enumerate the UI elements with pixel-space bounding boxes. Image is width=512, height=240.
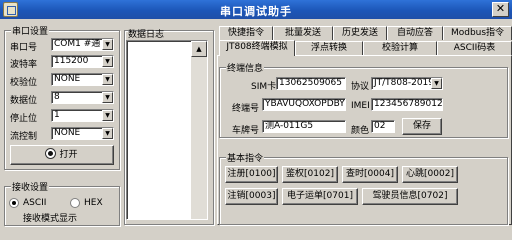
flow-control-value: NONE bbox=[54, 128, 81, 138]
close-button[interactable]: ✕ bbox=[492, 2, 509, 17]
sim-input[interactable]: 13062509065 bbox=[276, 77, 346, 90]
color-input[interactable]: 02 bbox=[371, 120, 395, 133]
tab-batch-send[interactable]: 批量发送 bbox=[273, 26, 333, 40]
ascii-radio[interactable] bbox=[9, 198, 19, 208]
flow-control-select[interactable]: NONE ▼ bbox=[51, 127, 114, 140]
stop-bits-label: 停止位 bbox=[10, 114, 38, 124]
baud-label: 波特率 bbox=[10, 60, 38, 70]
chevron-down-icon[interactable]: ▼ bbox=[102, 39, 113, 50]
protocol-select[interactable]: JT/T808-2019 ▼ bbox=[371, 77, 443, 90]
color-label: 颜色 bbox=[351, 126, 370, 136]
data-bits-value: 8 bbox=[54, 92, 60, 102]
data-log-area[interactable]: ▲ bbox=[126, 40, 208, 220]
driver-info-button[interactable]: 驾驶员信息[0702] bbox=[362, 188, 458, 205]
title-bar: 串口调试助手 ✕ bbox=[0, 0, 512, 19]
window-title: 串口调试助手 bbox=[220, 5, 292, 18]
unregister-button[interactable]: 注销[0003] bbox=[225, 188, 278, 205]
port-label: 串口号 bbox=[10, 43, 38, 53]
stop-bits-select[interactable]: 1 ▼ bbox=[51, 109, 114, 122]
chevron-down-icon[interactable]: ▼ bbox=[102, 74, 113, 85]
open-port-label: 打开 bbox=[59, 150, 78, 160]
save-button[interactable]: 保存 bbox=[402, 118, 442, 135]
tab-jt808[interactable]: JT808终端模拟 bbox=[219, 40, 295, 56]
terminal-id-label: 终端号 bbox=[232, 104, 260, 114]
terminal-info-title: 终端信息 bbox=[226, 61, 265, 74]
baud-select[interactable]: 115200 ▼ bbox=[51, 55, 114, 68]
open-port-button[interactable]: 打开 bbox=[10, 145, 114, 165]
tab-shortcut[interactable]: 快捷指令 bbox=[219, 26, 273, 40]
tab-modbus[interactable]: Modbus指令 bbox=[443, 26, 512, 40]
parity-select[interactable]: NONE ▼ bbox=[51, 73, 114, 86]
plate-label: 车牌号 bbox=[232, 126, 260, 136]
basic-commands-title: 基本指令 bbox=[226, 151, 265, 164]
log-scrollbar[interactable] bbox=[191, 41, 207, 219]
parity-label: 校验位 bbox=[10, 78, 38, 88]
baud-value: 115200 bbox=[54, 56, 89, 66]
hex-label: HEX bbox=[84, 198, 103, 208]
data-bits-label: 数据位 bbox=[10, 96, 38, 106]
waybill-button[interactable]: 电子运单[0701] bbox=[282, 188, 358, 205]
tab-auto-reply[interactable]: 自动应答 bbox=[387, 26, 443, 40]
port-value: COM1 #通 bbox=[54, 39, 101, 49]
tab-checksum[interactable]: 校验计算 bbox=[363, 41, 437, 55]
tab-history[interactable]: 历史发送 bbox=[333, 26, 387, 40]
sim-label: SIM卡 bbox=[251, 82, 277, 92]
chevron-down-icon[interactable]: ▼ bbox=[102, 56, 113, 67]
chevron-down-icon[interactable]: ▼ bbox=[102, 128, 113, 139]
protocol-value: JT/T808-2019 bbox=[374, 78, 435, 88]
receive-settings-title: 接收设置 bbox=[11, 180, 50, 193]
parity-value: NONE bbox=[54, 74, 81, 84]
tab-ascii-table[interactable]: ASCII码表 bbox=[437, 41, 512, 55]
auth-button[interactable]: 鉴权[0102] bbox=[282, 166, 338, 183]
imei-input[interactable]: 123456789012345 bbox=[371, 98, 443, 111]
stop-bits-value: 1 bbox=[54, 110, 60, 120]
heartbeat-button[interactable]: 心跳[0002] bbox=[402, 166, 458, 183]
port-select[interactable]: COM1 #通 ▼ bbox=[51, 38, 114, 51]
terminal-id-input[interactable]: YBAVUQOXOPDBYMI bbox=[262, 98, 346, 111]
tab-float-convert[interactable]: 浮点转换 bbox=[295, 41, 363, 55]
register-button[interactable]: 注册[0100] bbox=[225, 166, 278, 183]
ascii-label: ASCII bbox=[23, 198, 47, 208]
plate-input[interactable]: 测A-011G5 bbox=[262, 120, 346, 133]
query-time-button[interactable]: 查时[0004] bbox=[342, 166, 398, 183]
chevron-down-icon[interactable]: ▼ bbox=[431, 78, 442, 89]
chevron-down-icon[interactable]: ▼ bbox=[102, 110, 113, 121]
data-bits-select[interactable]: 8 ▼ bbox=[51, 91, 114, 104]
hex-radio[interactable] bbox=[70, 198, 80, 208]
scroll-up-icon[interactable]: ▲ bbox=[191, 41, 207, 57]
imei-label: IMEI bbox=[351, 101, 370, 111]
chevron-down-icon[interactable]: ▼ bbox=[102, 92, 113, 103]
data-log-title: 数据日志 bbox=[128, 30, 165, 40]
record-icon bbox=[46, 149, 56, 158]
receive-mode-label: 接收模式显示 bbox=[23, 214, 78, 224]
flow-control-label: 流控制 bbox=[10, 132, 38, 142]
serial-settings-title: 串口设置 bbox=[11, 24, 50, 37]
protocol-label: 协议 bbox=[351, 82, 370, 92]
